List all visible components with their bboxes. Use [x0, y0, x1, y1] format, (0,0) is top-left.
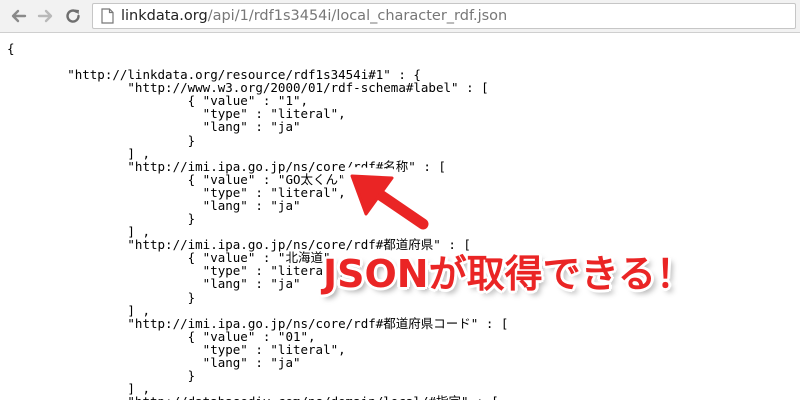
json-line: ] , [7, 381, 150, 397]
url-path: /api/1/rdf1s3454i/local_character_rdf.js… [207, 8, 508, 24]
page-icon [101, 8, 114, 24]
json-line: { [7, 41, 15, 56]
json-line: "type" : "literal", [7, 184, 346, 200]
json-line: "http://databasediv.com/ns/domain/local/… [7, 395, 498, 400]
json-line: { "value" : "GO太くん", [7, 171, 354, 187]
json-line: "type" : "literal", [7, 106, 346, 122]
json-line: "lang" : "ja" [7, 197, 301, 213]
json-line: ] , [7, 224, 150, 240]
json-line: } [7, 132, 196, 148]
address-bar[interactable]: linkdata.org/api/1/rdf1s3454i/local_char… [92, 3, 796, 29]
json-line: "type" : "literal", [7, 263, 346, 279]
annotation-caption: JSONが取得できる！ [323, 252, 694, 296]
reload-button[interactable] [62, 5, 84, 27]
back-button[interactable] [8, 5, 30, 27]
json-content: { "http://linkdata.org/resource/rdf1s345… [0, 34, 800, 400]
json-line: ] , [7, 302, 150, 318]
json-line: "lang" : "ja" [7, 276, 301, 292]
browser-toolbar: linkdata.org/api/1/rdf1s3454i/local_char… [0, 0, 800, 33]
json-line: "lang" : "ja" [7, 354, 301, 370]
json-line: "http://imi.ipa.go.jp/ns/core/rdf#名称" : … [7, 158, 446, 174]
json-line: "lang" : "ja" [7, 119, 301, 135]
json-line: } [7, 368, 196, 383]
json-line: } [7, 211, 196, 227]
back-arrow-icon [11, 9, 27, 23]
json-line: { "value" : "1", [7, 93, 309, 109]
json-line: "type" : "literal", [7, 341, 346, 357]
json-line: { "value" : "北海道", [7, 250, 338, 266]
json-line: "http://linkdata.org/resource/rdf1s3454i… [7, 67, 421, 83]
json-line: "http://www.w3.org/2000/01/rdf-schema#la… [7, 80, 489, 96]
forward-button[interactable] [34, 5, 56, 27]
reload-icon [66, 9, 80, 23]
forward-arrow-icon [37, 9, 53, 23]
json-line: "http://imi.ipa.go.jp/ns/core/rdf#都道府県コー… [7, 315, 509, 331]
json-line: ] , [7, 145, 150, 161]
url-host: linkdata.org [121, 8, 208, 24]
url-text[interactable]: linkdata.org/api/1/rdf1s3454i/local_char… [121, 4, 507, 28]
json-line: { "value" : "01", [7, 328, 316, 344]
json-line: } [7, 289, 196, 305]
